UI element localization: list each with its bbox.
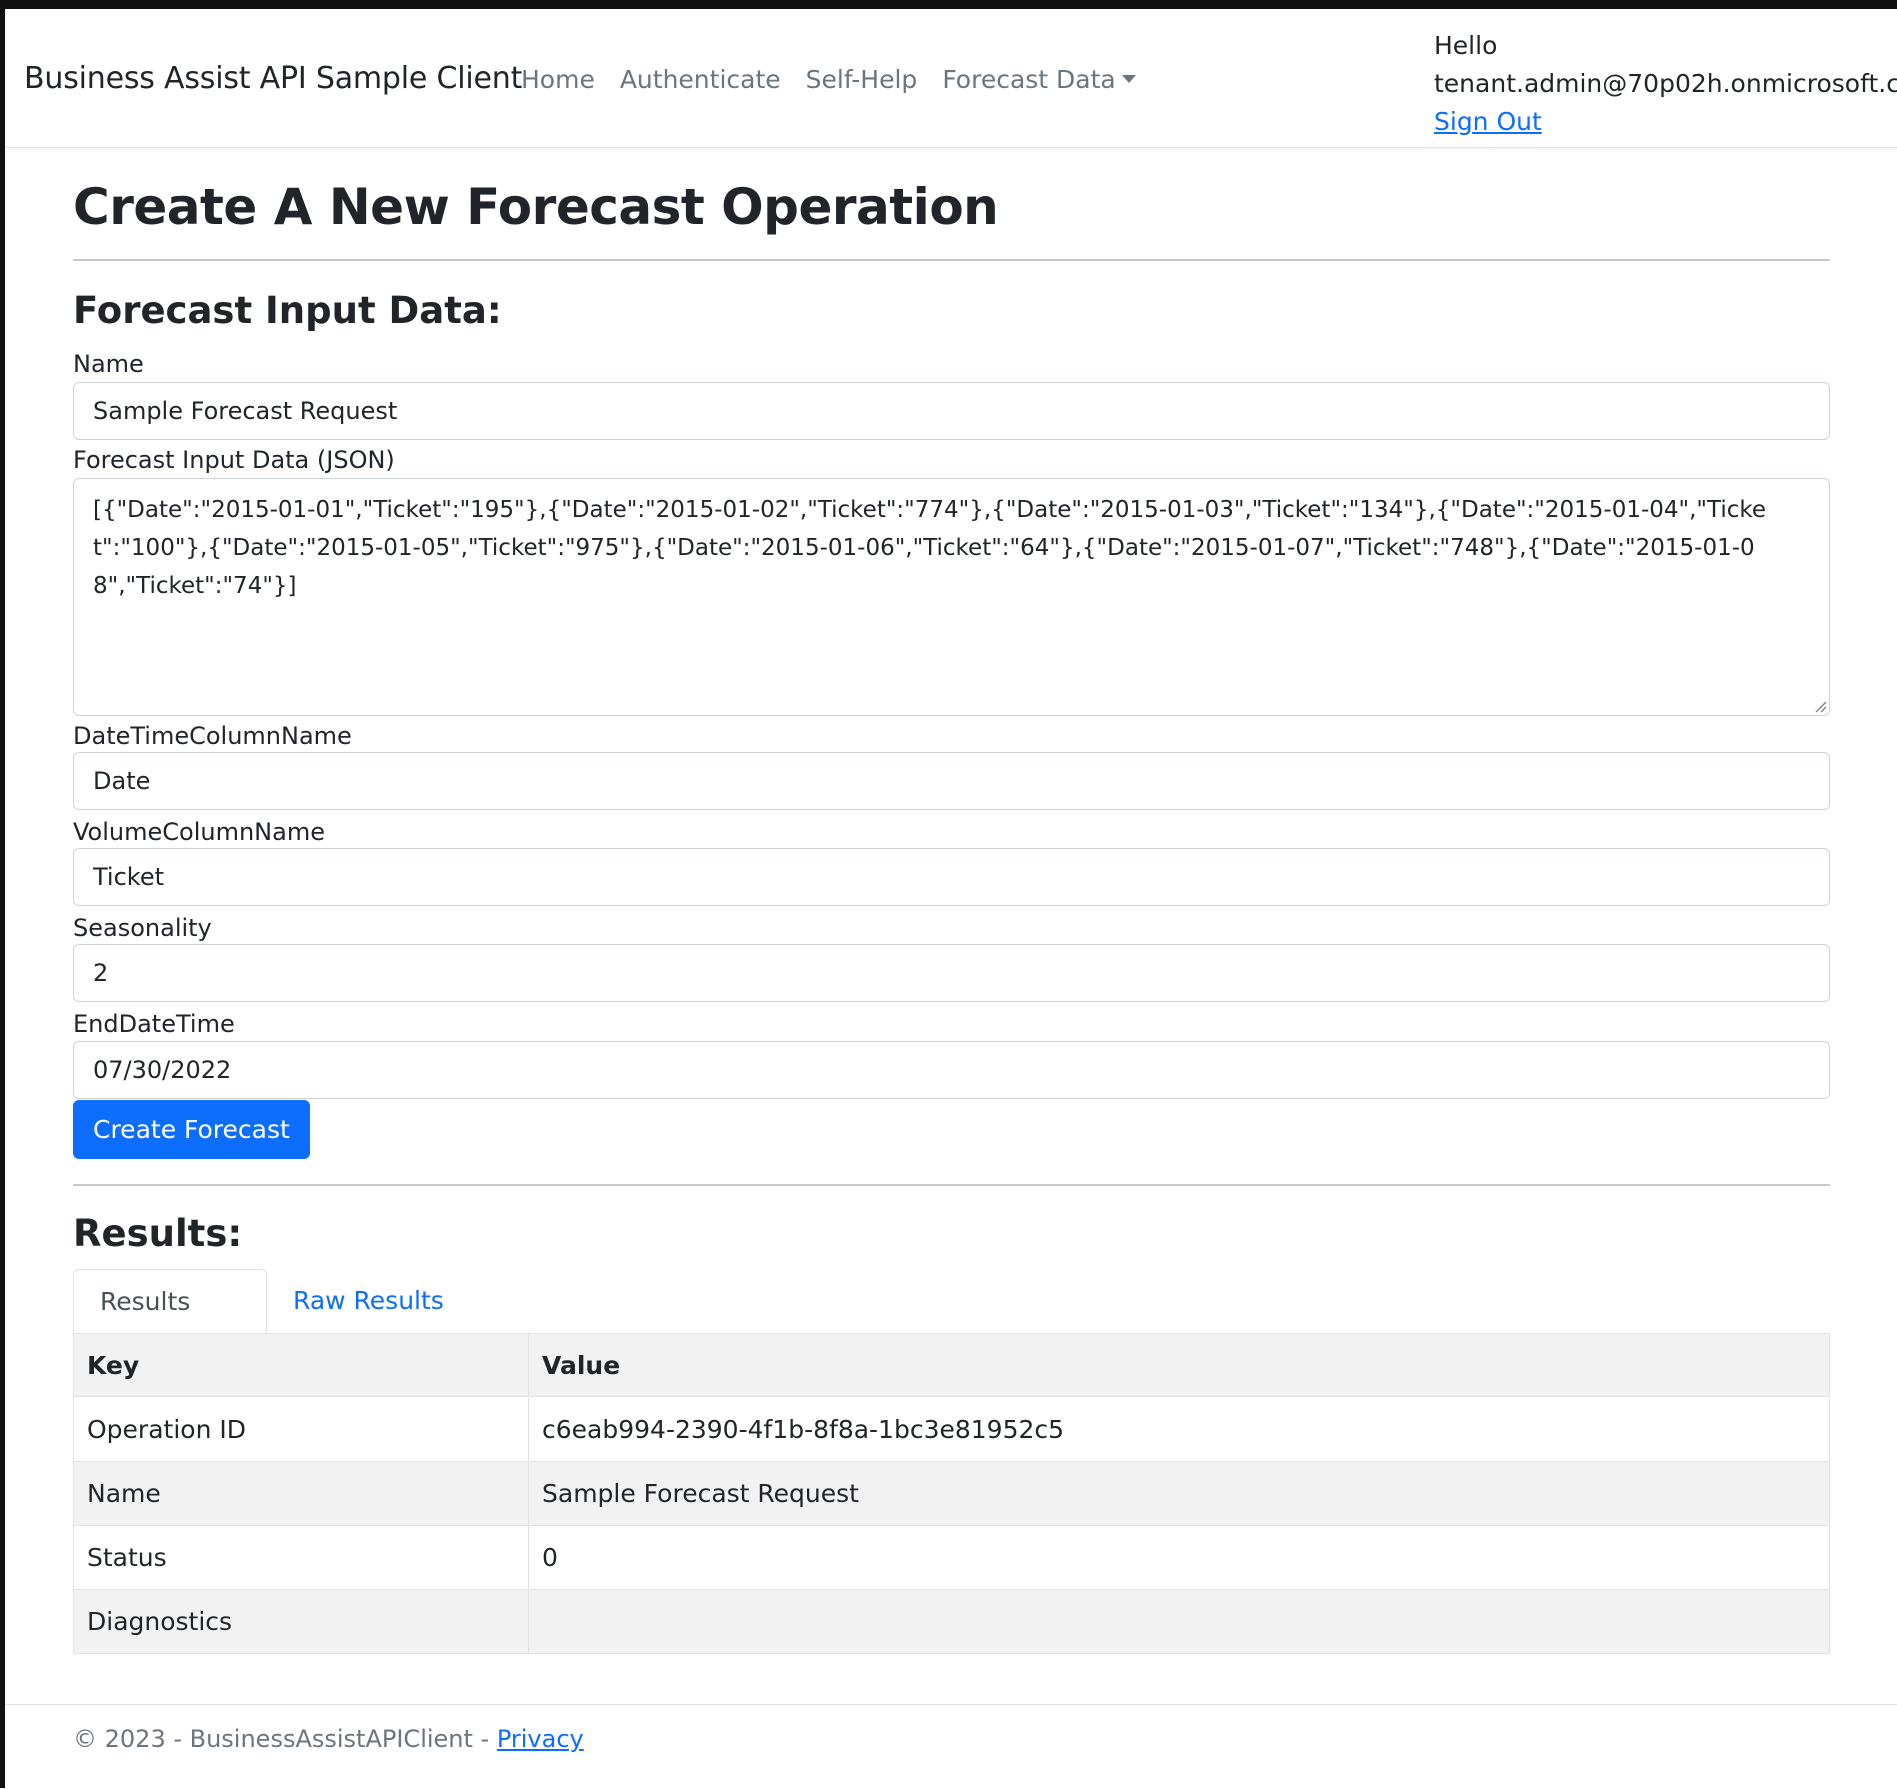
divider <box>73 259 1830 261</box>
table-row: Operation ID c6eab994-2390-4f1b-8f8a-1bc… <box>73 1398 1830 1462</box>
create-forecast-button[interactable]: Create Forecast <box>73 1100 310 1159</box>
navbar: Business Assist API Sample Client Home A… <box>5 9 1897 148</box>
window-left-border <box>0 0 5 1788</box>
table-cell-value <box>529 1590 1829 1653</box>
nav-self-help[interactable]: Self-Help <box>806 65 918 94</box>
seasonality-label: Seasonality <box>73 914 212 942</box>
datetime-column-label: DateTimeColumnName <box>73 722 352 750</box>
table-cell-value: Sample Forecast Request <box>542 1479 859 1508</box>
window-top-border <box>0 0 1897 9</box>
nav-forecast-data-label: Forecast Data <box>942 65 1116 94</box>
footer: © 2023 - BusinessAssistAPIClient - Priva… <box>5 1704 1897 1789</box>
end-datetime-label: EndDateTime <box>73 1010 235 1038</box>
datetime-column-input[interactable]: Date <box>73 752 1830 810</box>
end-datetime-input[interactable]: 07/30/2022 <box>73 1041 1830 1099</box>
section-title-input: Forecast Input Data: <box>73 289 502 332</box>
table-header-key: Key <box>74 1334 529 1397</box>
user-greeting: Hello <box>1434 31 1498 60</box>
table-row: Name Sample Forecast Request <box>73 1462 1830 1526</box>
privacy-link[interactable]: Privacy <box>497 1725 584 1753</box>
json-textarea[interactable]: [{"Date":"2015-01-01","Ticket":"195"},{"… <box>73 478 1830 716</box>
table-cell-key: Status <box>74 1526 529 1589</box>
nav-forecast-data-dropdown[interactable]: Forecast Data <box>942 65 1136 94</box>
seasonality-input[interactable]: 2 <box>73 944 1830 1002</box>
tab-raw-results[interactable]: Raw Results <box>267 1269 470 1333</box>
divider <box>73 1184 1830 1186</box>
nav-links: Home Authenticate Self-Help Forecast Dat… <box>521 65 1161 94</box>
sign-out-link[interactable]: Sign Out <box>1434 107 1542 136</box>
brand-link[interactable]: Business Assist API Sample Client <box>24 61 522 96</box>
page-title: Create A New Forecast Operation <box>73 178 999 236</box>
user-email: tenant.admin@70p02h.onmicrosoft.com! <box>1434 69 1897 98</box>
footer-text: © 2023 - BusinessAssistAPIClient - Priva… <box>73 1725 584 1753</box>
volume-column-label: VolumeColumnName <box>73 818 325 846</box>
table-header-value: Value <box>542 1351 621 1380</box>
table-cell-key: Diagnostics <box>74 1590 529 1653</box>
table-cell-value: c6eab994-2390-4f1b-8f8a-1bc3e81952c5 <box>542 1415 1065 1444</box>
name-input[interactable]: Sample Forecast Request <box>73 382 1830 440</box>
json-textarea-value: [{"Date":"2015-01-01","Ticket":"195"},{"… <box>93 497 1767 599</box>
tab-results-table[interactable]: Results Table <box>73 1269 267 1380</box>
table-cell-key: Name <box>74 1462 529 1525</box>
nav-authenticate[interactable]: Authenticate <box>620 65 781 94</box>
table-row: Diagnostics <box>73 1590 1830 1654</box>
nav-home[interactable]: Home <box>521 65 595 94</box>
table-cell-key: Operation ID <box>74 1398 529 1461</box>
table-cell-value: 0 <box>542 1543 558 1572</box>
name-label: Name <box>73 350 144 378</box>
table-row: Status 0 <box>73 1526 1830 1590</box>
resize-grip-icon[interactable] <box>1813 699 1827 713</box>
section-title-results: Results: <box>73 1212 243 1255</box>
footer-copyright: © 2023 - BusinessAssistAPIClient - <box>73 1725 497 1753</box>
json-label: Forecast Input Data (JSON) <box>73 446 395 474</box>
table-header-row: Key Value <box>73 1333 1830 1397</box>
caret-down-icon <box>1121 75 1136 83</box>
user-area: Hello tenant.admin@70p02h.onmicrosoft.co… <box>1434 27 1897 141</box>
results-tabs: Results Table Raw Results <box>73 1269 1830 1380</box>
volume-column-input[interactable]: Ticket <box>73 848 1830 906</box>
